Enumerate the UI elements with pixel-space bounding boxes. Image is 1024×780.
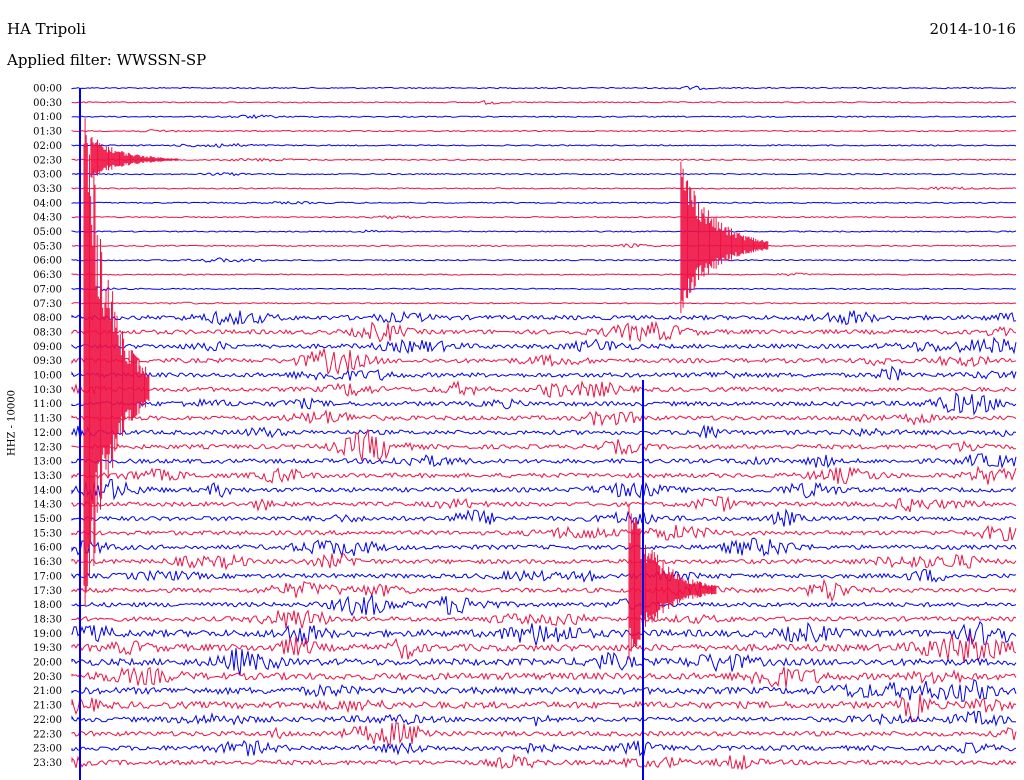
trace-row [71, 229, 1017, 233]
event-spike [90, 137, 179, 178]
trace-row [71, 310, 1017, 326]
row-label: 06:30 [33, 270, 62, 281]
row-label: 12:30 [33, 442, 62, 453]
trace-row [71, 648, 1017, 676]
row-label: 22:00 [33, 715, 62, 726]
trace-row [71, 392, 1017, 416]
trace-row [71, 186, 1017, 191]
row-label: 00:30 [33, 98, 62, 109]
trace-row [71, 157, 1017, 162]
trace-row [71, 508, 1017, 527]
trace-row [71, 568, 1017, 583]
row-label: 18:00 [33, 600, 62, 611]
row-label: 04:00 [33, 198, 62, 209]
row-label: 19:00 [33, 629, 62, 640]
row-label: 08:00 [33, 313, 62, 324]
trace-row [71, 710, 1017, 727]
trace-row [71, 465, 1017, 485]
trace-row [71, 609, 1017, 629]
row-label: 13:30 [33, 471, 62, 482]
row-label: 02:30 [33, 155, 62, 166]
trace-row [71, 200, 1017, 205]
trace-row [71, 129, 1017, 133]
row-label: 20:30 [33, 672, 62, 683]
row-label: 10:00 [33, 371, 62, 382]
row-label: 00:00 [33, 84, 62, 95]
row-label: 22:30 [33, 729, 62, 740]
row-label: 01:30 [33, 127, 62, 138]
row-label: 09:30 [33, 356, 62, 367]
row-label: 13:00 [33, 457, 62, 468]
trace-row [71, 453, 1017, 469]
trace-row [71, 553, 1017, 571]
row-label: 07:30 [33, 299, 62, 310]
row-label: 18:30 [33, 614, 62, 625]
row-label: 03:00 [33, 170, 62, 181]
trace-row [71, 365, 1017, 381]
trace-row [71, 379, 1017, 399]
trace-row [71, 272, 1017, 277]
row-label: 15:30 [33, 528, 62, 539]
trace-row [71, 620, 1017, 646]
trace-row [71, 578, 1017, 603]
trace-row [71, 537, 1017, 559]
row-label: 16:30 [33, 557, 62, 568]
trace-row [71, 301, 1017, 305]
trace-row [71, 172, 1017, 177]
row-label: 21:00 [33, 686, 62, 697]
row-label: 17:30 [33, 586, 62, 597]
helicorder-plot: 00:00 00:30 01:00 01:30 02:00 02:30 03:00 03:30… [33, 84, 1017, 780]
trace-row [71, 336, 1017, 355]
seismic-traces [71, 85, 1017, 771]
trace-row [71, 678, 1017, 702]
trace-row [71, 142, 1017, 148]
trace-row [71, 215, 1017, 220]
row-label: 14:00 [33, 485, 62, 496]
trace-row [71, 666, 1017, 688]
row-label: 03:30 [33, 184, 62, 195]
row-label: 14:30 [33, 500, 62, 511]
row-label: 08:30 [33, 327, 62, 338]
trace-row [71, 99, 1017, 105]
row-label: 12:00 [33, 428, 62, 439]
row-label: 11:30 [33, 414, 62, 425]
row-label: 16:00 [33, 543, 62, 554]
trace-row [71, 524, 1017, 542]
row-label: 07:00 [33, 284, 62, 295]
row-label: 19:30 [33, 643, 62, 654]
event-spike [680, 161, 769, 314]
row-label: 10:30 [33, 385, 62, 396]
row-label: 02:00 [33, 141, 62, 152]
row-label: 11:00 [33, 399, 62, 410]
row-label: 05:00 [33, 227, 62, 238]
row-label: 20:00 [33, 658, 62, 669]
trace-row [71, 257, 1017, 263]
row-label: 05:30 [33, 241, 62, 252]
trace-row [71, 753, 1017, 771]
trace-row [71, 348, 1017, 376]
trace-row [71, 409, 1017, 427]
row-label: 21:30 [33, 701, 62, 712]
row-labels: 00:00 00:30 01:00 01:30 02:00 02:30 03:00 03:30… [33, 84, 62, 769]
trace-row [71, 424, 1017, 440]
trace-row [71, 594, 1017, 617]
row-label: 15:00 [33, 514, 62, 525]
row-label: 09:00 [33, 342, 62, 353]
row-label: 23:00 [33, 744, 62, 755]
trace-row [71, 722, 1017, 746]
row-label: 04:30 [33, 213, 62, 224]
trace-row [71, 114, 1017, 119]
row-label: 01:00 [33, 112, 62, 123]
trace-row [71, 243, 1017, 249]
trace-row [71, 286, 1017, 292]
trace-row [71, 478, 1017, 501]
trace-row [71, 85, 1017, 91]
trace-row [71, 740, 1017, 757]
trace-row [71, 495, 1017, 513]
row-label: 23:30 [33, 758, 62, 769]
row-label: 17:00 [33, 571, 62, 582]
trace-row [71, 320, 1017, 343]
row-label: 06:00 [33, 256, 62, 267]
